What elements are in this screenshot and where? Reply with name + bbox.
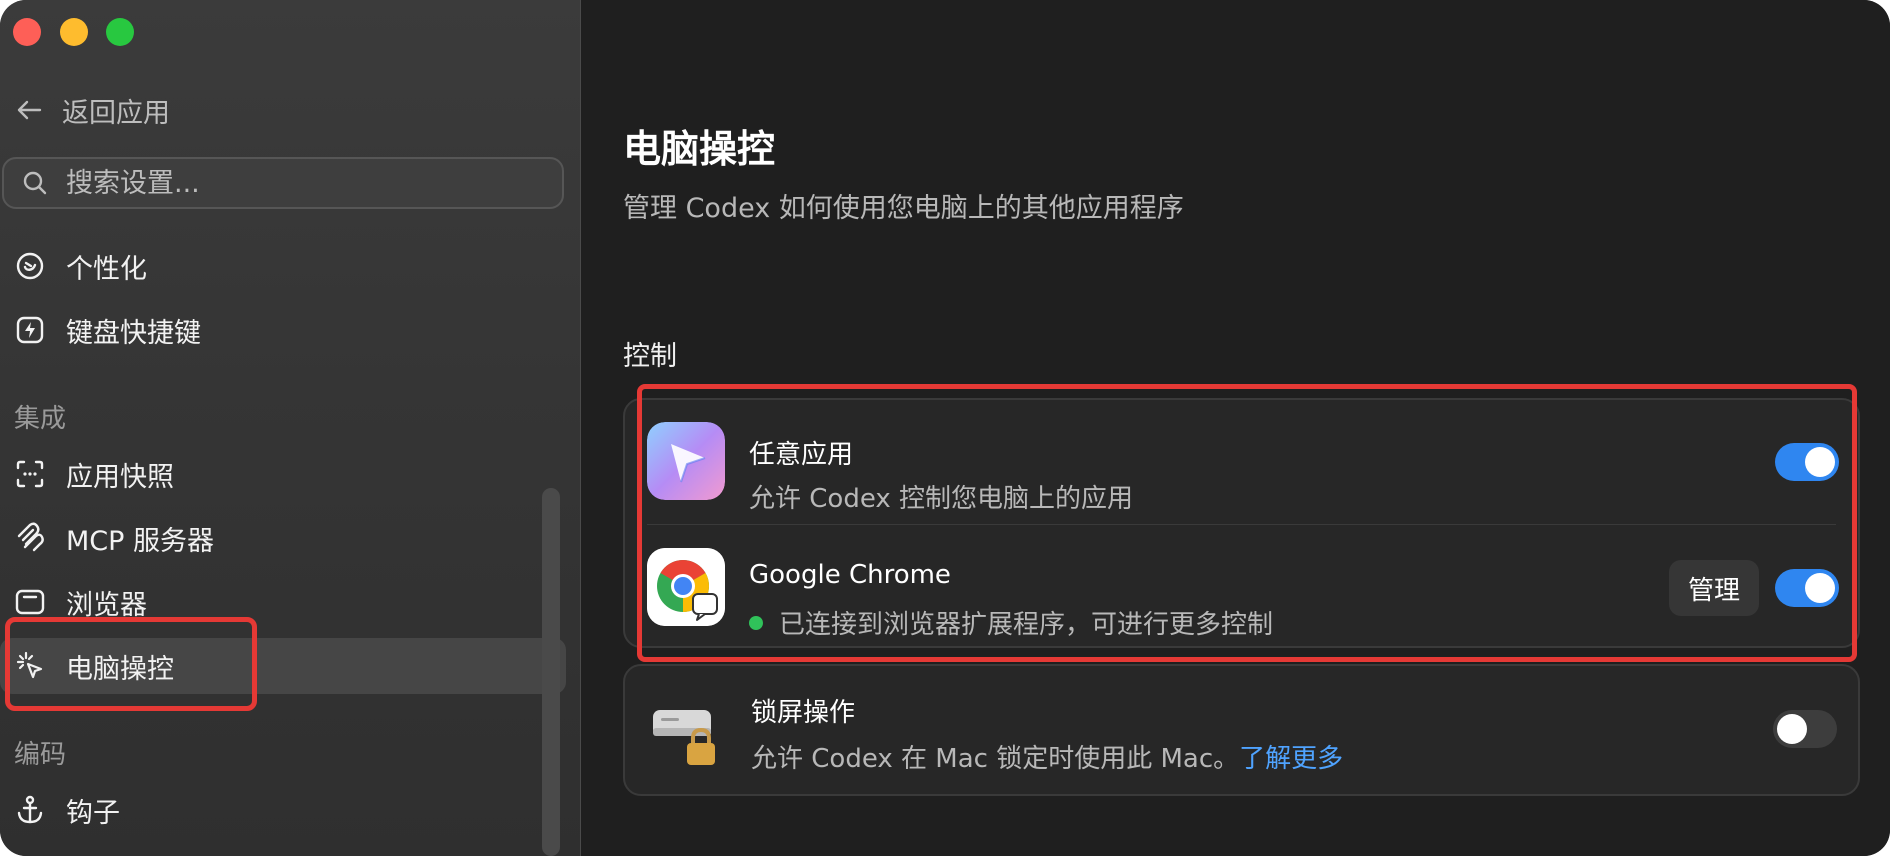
sidebar-item-label: 浏览器 (66, 589, 147, 621)
sidebar-item-label: MCP 服务器 (66, 525, 215, 557)
section-label-integration: 集成 (14, 404, 67, 434)
snapshot-frame-icon (16, 460, 44, 488)
toggle-knob (1805, 447, 1835, 477)
sidebar-item-label: 电脑操控 (66, 653, 174, 685)
mac-mini-lock-icon (647, 692, 725, 770)
zoom-window-button[interactable] (106, 18, 134, 46)
search-box[interactable] (2, 157, 564, 209)
main-panel: 电脑操控 管理 Codex 如何使用您电脑上的其他应用程序 控制 任意应用 允许… (581, 0, 1890, 856)
control-card: 任意应用 允许 Codex 控制您电脑上的应用 Google Chrome 已连… (623, 398, 1860, 648)
any-app-toggle[interactable] (1775, 443, 1839, 481)
sidebar-item-keyboard-shortcuts[interactable]: 键盘快捷键 (0, 302, 566, 358)
row-desc-lock-screen: 允许 Codex 在 Mac 锁定时使用此 Mac。 了解更多 (751, 738, 1343, 775)
arrow-left-icon (17, 100, 42, 120)
status-connected-dot (749, 615, 763, 630)
row-title-lock-screen: 锁屏操作 (751, 698, 856, 728)
anchor-icon (17, 795, 43, 824)
lock-screen-card: 锁屏操作 允许 Codex 在 Mac 锁定时使用此 Mac。 了解更多 (623, 664, 1860, 796)
row-desc-chrome: 已连接到浏览器扩展程序，可进行更多控制 (749, 604, 1273, 641)
back-to-app-button[interactable]: 返回应用 (14, 88, 170, 132)
search-input[interactable] (64, 166, 528, 200)
settings-window: 返回应用 个性化 键盘快捷键 集成 (0, 0, 1890, 856)
back-label: 返回应用 (62, 97, 170, 129)
sidebar-item-personalization[interactable]: 个性化 (0, 238, 566, 294)
sidebar-item-browser[interactable]: 浏览器 (0, 574, 566, 630)
row-title-any-app: 任意应用 (749, 440, 854, 470)
page-subtitle: 管理 Codex 如何使用您电脑上的其他应用程序 (623, 193, 1184, 224)
browser-window-icon (15, 589, 45, 615)
toggle-knob (1777, 714, 1807, 744)
cursor-click-icon (16, 651, 43, 679)
row-desc-any-app: 允许 Codex 控制您电脑上的应用 (749, 478, 1133, 515)
sidebar-item-hooks[interactable]: 钩子 (0, 782, 566, 838)
learn-more-link[interactable]: 了解更多 (1239, 738, 1343, 775)
mcp-icon (17, 522, 44, 552)
row-desc-text: 允许 Codex 控制您电脑上的应用 (749, 484, 1134, 514)
group-title-control: 控制 (623, 341, 677, 372)
row-desc-text: 已连接到浏览器扩展程序，可进行更多控制 (779, 610, 1274, 640)
sidebar-scrollbar[interactable] (542, 488, 560, 856)
search-icon (23, 171, 47, 195)
chrome-app-icon (647, 548, 725, 626)
sidebar-item-label: 个性化 (66, 253, 147, 285)
sidebar-item-label: 应用快照 (66, 461, 174, 493)
personalization-icon (16, 252, 44, 280)
sidebar-item-app-snapshot[interactable]: 应用快照 (0, 446, 566, 502)
manage-button[interactable]: 管理 (1669, 560, 1759, 616)
minimize-window-button[interactable] (60, 18, 88, 46)
row-title-chrome: Google Chrome (749, 560, 951, 590)
sidebar-item-label: 钩子 (66, 797, 120, 829)
section-label-coding: 编码 (14, 740, 67, 770)
chrome-toggle[interactable] (1775, 569, 1839, 607)
sidebar: 返回应用 个性化 键盘快捷键 集成 (0, 0, 581, 856)
lightning-icon (16, 316, 44, 344)
page-title: 电脑操控 (623, 127, 776, 171)
row-desc-text: 允许 Codex 在 Mac 锁定时使用此 Mac。 (751, 744, 1240, 774)
lock-screen-toggle[interactable] (1773, 710, 1837, 748)
codex-app-icon (647, 422, 725, 500)
sidebar-item-computer-control[interactable]: 电脑操控 (0, 638, 566, 694)
row-divider (647, 524, 1836, 525)
toggle-knob (1805, 573, 1835, 603)
sidebar-item-mcp-servers[interactable]: MCP 服务器 (0, 510, 566, 566)
sidebar-item-label: 键盘快捷键 (66, 317, 201, 349)
close-window-button[interactable] (13, 18, 41, 46)
